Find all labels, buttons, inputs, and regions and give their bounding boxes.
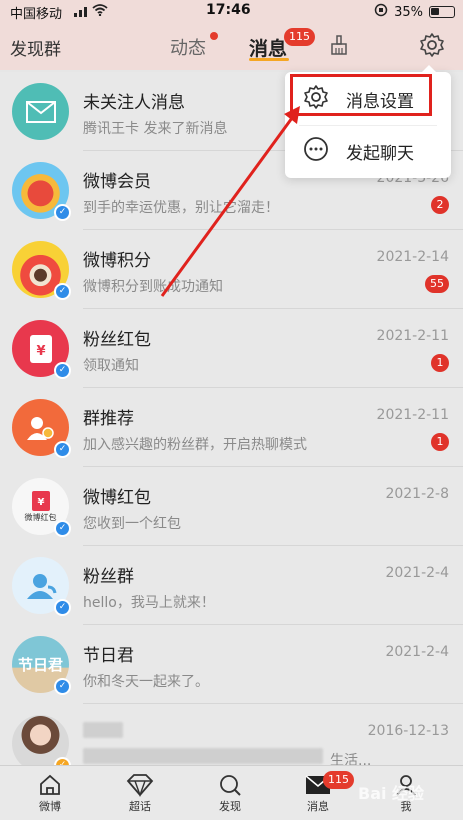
annotation-arrow xyxy=(160,106,300,297)
